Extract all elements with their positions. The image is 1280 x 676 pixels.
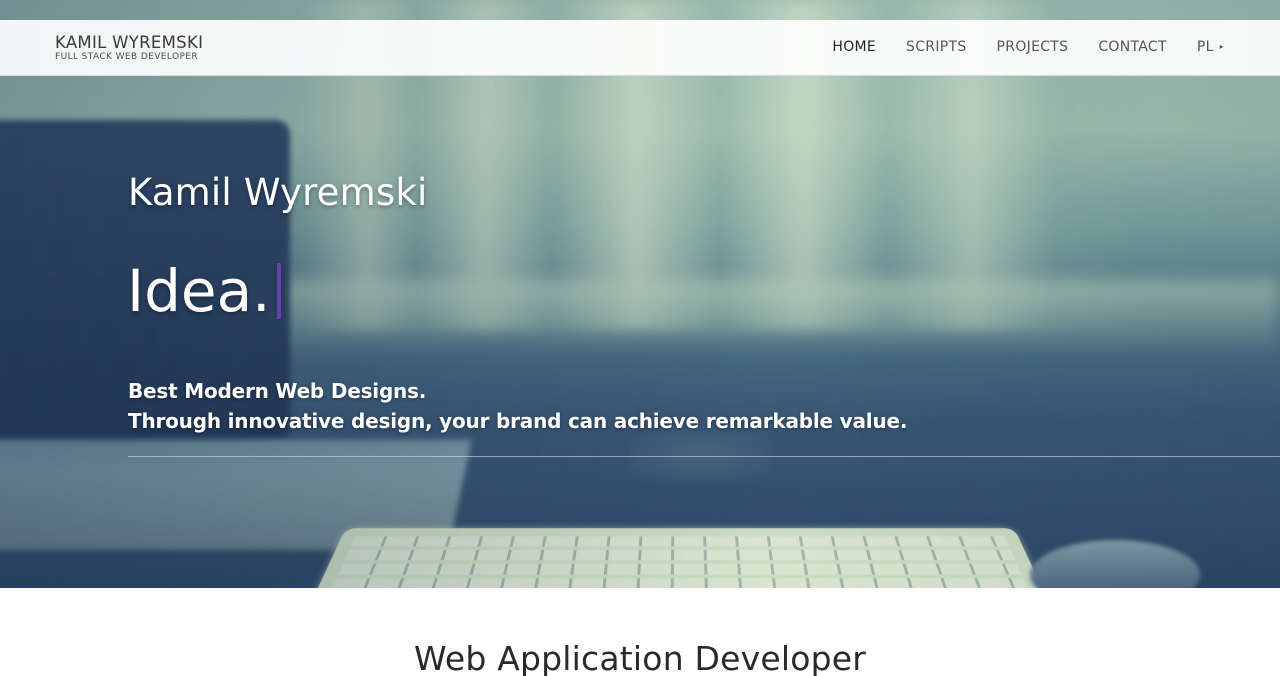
tagline-line-1: Best Modern Web Designs.	[128, 379, 427, 403]
nav-contact-link[interactable]: CONTACT	[1098, 38, 1167, 56]
nav-projects-link[interactable]: PROJECTS	[997, 38, 1069, 56]
typed-word: Idea.	[127, 257, 271, 325]
brand-subtitle: FULL STACK WEB DEVELOPER	[55, 52, 199, 62]
caret-right-icon: ▸	[1219, 42, 1224, 51]
nav-scripts-link[interactable]: SCRIPTS	[906, 38, 967, 56]
top-navbar: KAMIL WYREMSKI FULL STACK WEB DEVELOPER …	[0, 20, 1280, 76]
section-heading: Web Application Developer	[413, 639, 867, 676]
language-switcher[interactable]: PL ▸	[1197, 38, 1224, 56]
hero-name-heading: Kamil Wyremski	[128, 171, 428, 214]
hero-banner: Kamil Wyremski Idea. Best Modern Web Des…	[0, 0, 1280, 588]
hero-divider	[128, 456, 1280, 457]
tagline-line-2: Through innovative design, your brand ca…	[128, 409, 908, 433]
brand-name: KAMIL WYREMSKI	[55, 33, 204, 52]
brand-logo-link[interactable]: KAMIL WYREMSKI FULL STACK WEB DEVELOPER	[55, 33, 203, 62]
language-label: PL	[1196, 39, 1214, 55]
hero-tagline: Best Modern Web Designs. Through innovat…	[128, 376, 907, 436]
typing-cursor	[276, 263, 281, 319]
hero-typed-text: Idea.	[127, 256, 281, 326]
nav-home-link[interactable]: HOME	[832, 38, 876, 56]
main-nav: HOME SCRIPTS PROJECTS CONTACT PL ▸	[802, 38, 1224, 56]
